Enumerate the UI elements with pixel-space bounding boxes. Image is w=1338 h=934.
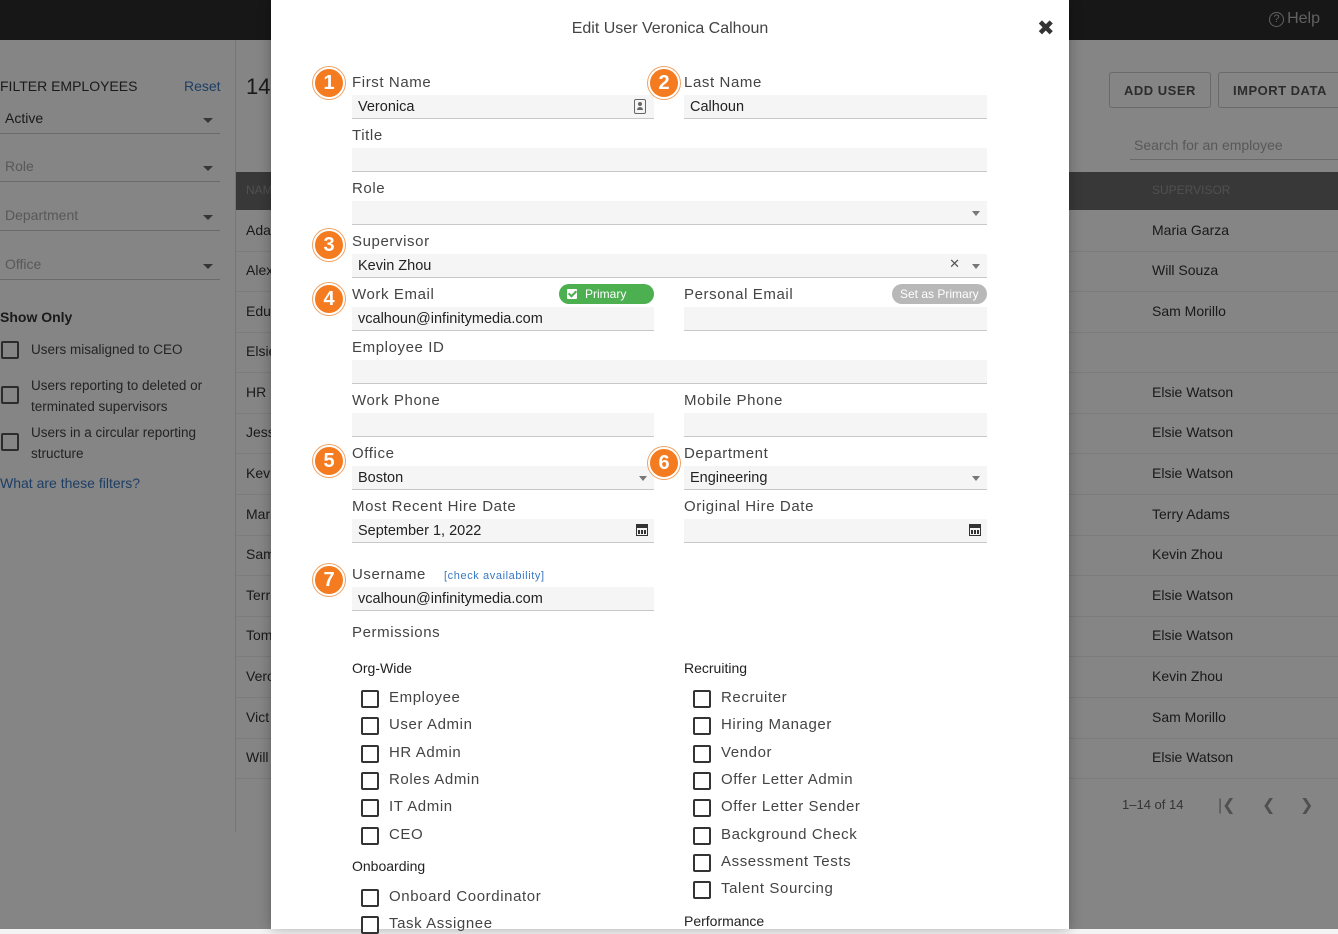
permission-label: Background Check	[721, 825, 858, 843]
recent-hire-date-label: Most Recent Hire Date	[352, 498, 517, 515]
permissions-label: Permissions	[352, 624, 441, 641]
permission-label: Hiring Manager	[721, 716, 832, 734]
primary-email-badge[interactable]: Primary	[559, 284, 654, 304]
last-name-input[interactable]: Calhoun	[684, 95, 987, 119]
supervisor-label: Supervisor	[352, 233, 430, 250]
step-badge-5: 5	[313, 445, 345, 477]
permission-label: Employee	[389, 689, 461, 706]
office-select[interactable]: Boston	[352, 466, 654, 490]
permission-label: Talent Sourcing	[721, 880, 834, 898]
step-badge-4: 4	[313, 283, 345, 315]
step-badge-1: 1	[313, 67, 345, 99]
recent-hire-date-input[interactable]: September 1, 2022	[352, 519, 654, 543]
recruiting-title: Recruiting	[684, 660, 748, 676]
modal-title: Edit User Veronica Calhoun	[571, 20, 769, 37]
clear-icon[interactable]: ✕	[949, 256, 960, 272]
department-label: Department	[684, 445, 769, 462]
work-phone-input[interactable]	[352, 413, 654, 437]
title-input[interactable]	[352, 148, 987, 172]
checkbox[interactable]	[361, 826, 379, 845]
permission-label: User Admin	[389, 716, 473, 734]
checkbox[interactable]	[361, 771, 379, 790]
permission-label: Offer Letter Sender	[721, 798, 861, 816]
checkbox[interactable]	[693, 799, 711, 818]
checkbox[interactable]	[693, 826, 711, 845]
contact-card-icon	[634, 99, 646, 114]
check-availability-link[interactable]: [check availability]	[444, 570, 545, 582]
office-value: Boston	[358, 470, 404, 486]
department-select[interactable]: Engineering	[684, 466, 987, 490]
caret-down-icon	[639, 476, 647, 481]
checkbox[interactable]	[693, 717, 711, 736]
mobile-phone-input[interactable]	[684, 413, 987, 437]
checkbox[interactable]	[361, 799, 379, 818]
checkbox[interactable]	[361, 717, 379, 736]
employee-id-input[interactable]	[352, 360, 987, 384]
primary-label: Primary	[585, 287, 627, 301]
department-value: Engineering	[690, 470, 768, 486]
checkbox[interactable]	[361, 744, 379, 763]
original-hire-date-label: Original Hire Date	[684, 498, 815, 515]
title-label: Title	[352, 127, 383, 144]
checkbox[interactable]	[693, 771, 711, 790]
supervisor-select[interactable]: Kevin Zhou ✕	[352, 254, 987, 278]
permission-label: IT Admin	[389, 798, 453, 816]
permission-label: Offer Letter Admin	[721, 770, 854, 788]
personal-email-input[interactable]	[684, 307, 987, 331]
checkbox-checked-icon	[567, 289, 577, 299]
calendar-icon[interactable]	[636, 524, 648, 536]
username-label: Username	[352, 566, 426, 583]
permission-label: Onboard Coordinator	[389, 888, 542, 905]
checkbox[interactable]	[693, 853, 711, 872]
permission-label: Task Assignee	[389, 915, 493, 932]
original-hire-date-input[interactable]	[684, 519, 987, 543]
work-email-label: Work Email	[352, 286, 435, 303]
role-label: Role	[352, 180, 386, 197]
last-name-label: Last Name	[684, 74, 762, 91]
performance-title: Performance	[684, 913, 765, 929]
first-name-value: Veronica	[358, 99, 415, 115]
checkbox[interactable]	[693, 690, 711, 708]
step-badge-6: 6	[648, 447, 680, 479]
username-input[interactable]: vcalhoun@infinitymedia.com	[352, 587, 654, 611]
org-wide-title: Org-Wide	[352, 660, 412, 676]
work-phone-label: Work Phone	[352, 392, 441, 409]
calendar-icon[interactable]	[969, 524, 981, 536]
office-label: Office	[352, 445, 395, 462]
edit-user-modal: Edit User Veronica Calhoun ✖ 1 First Nam…	[271, 0, 1069, 934]
mobile-phone-label: Mobile Phone	[684, 392, 783, 409]
set-as-primary-button[interactable]: Set as Primary	[892, 284, 987, 304]
personal-email-label: Personal Email	[684, 286, 794, 303]
checkbox[interactable]	[693, 744, 711, 763]
permission-label: Vendor	[721, 743, 773, 761]
permission-label: Roles Admin	[389, 770, 480, 788]
recent-hire-date-value: September 1, 2022	[358, 523, 482, 539]
caret-down-icon	[972, 264, 980, 269]
first-name-label: First Name	[352, 74, 432, 91]
permission-label: Assessment Tests	[721, 852, 852, 870]
step-badge-2: 2	[648, 67, 680, 99]
permission-label: CEO	[389, 825, 424, 843]
checkbox[interactable]	[361, 916, 379, 934]
checkbox[interactable]	[693, 881, 711, 900]
first-name-input[interactable]: Veronica	[352, 95, 654, 119]
supervisor-value: Kevin Zhou	[358, 258, 432, 274]
caret-down-icon	[972, 476, 980, 481]
step-badge-7: 7	[313, 564, 345, 596]
close-icon[interactable]: ✖	[1037, 16, 1055, 41]
employee-id-label: Employee ID	[352, 339, 445, 356]
caret-down-icon	[972, 211, 980, 216]
step-badge-3: 3	[313, 229, 345, 261]
checkbox[interactable]	[361, 690, 379, 708]
work-email-input[interactable]: vcalhoun@infinitymedia.com	[352, 307, 654, 331]
permission-label: Recruiter	[721, 689, 788, 706]
permission-label: HR Admin	[389, 743, 462, 761]
onboarding-title: Onboarding	[352, 858, 426, 874]
checkbox[interactable]	[361, 889, 379, 907]
role-select[interactable]	[352, 201, 987, 225]
